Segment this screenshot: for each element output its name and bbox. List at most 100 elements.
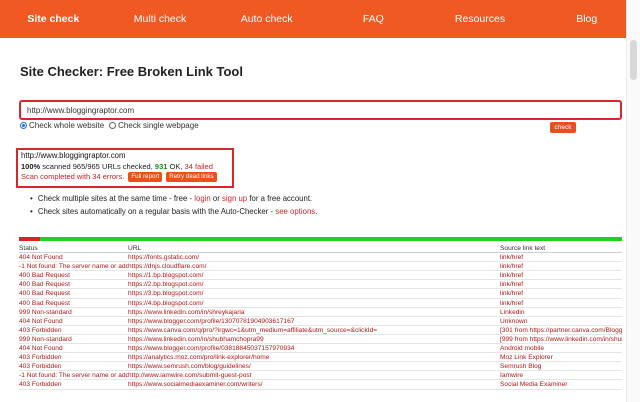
signup-link[interactable]: sign up bbox=[222, 194, 247, 203]
status-cell: 400 Bad Request bbox=[19, 281, 70, 289]
source-cell: Semrush Blog bbox=[500, 363, 542, 371]
table-row[interactable]: 404 Not Found https://fonts.gstatic.com/l… bbox=[19, 253, 622, 263]
radio-unselected-icon bbox=[109, 122, 117, 129]
url-counts: 965/965 bbox=[72, 161, 100, 171]
table-row[interactable]: 400 Bad Request https://1.bp.blogspot.com… bbox=[19, 271, 622, 281]
radio-whole-website[interactable]: Check whole website bbox=[20, 121, 104, 130]
url-cell[interactable]: https://4.bp.blogspot.com/ bbox=[128, 299, 500, 307]
table-row[interactable]: 404 Not Found https://www.blogger.com/pro… bbox=[19, 317, 622, 326]
scrollbar-thumb[interactable] bbox=[630, 40, 637, 80]
url-cell[interactable]: https://analytics.moz.com/pro/link-explo… bbox=[128, 353, 500, 361]
source-cell: link/href bbox=[500, 263, 524, 271]
check-button[interactable]: check bbox=[550, 122, 576, 133]
source-cell: [999 from https://www.linkedin.com/in/sh… bbox=[500, 335, 622, 343]
check-mode-options: Check whole website Check single webpage bbox=[20, 121, 199, 130]
url-cell[interactable]: https://1.bp.blogspot.com/ bbox=[128, 271, 500, 279]
header-url: URL bbox=[128, 245, 142, 252]
nav-resources[interactable]: Resources bbox=[427, 0, 534, 38]
table-header-row: Status URL Source link text bbox=[19, 244, 622, 254]
scan-result-box: http://www.bloggingraptor.com 100% scann… bbox=[16, 148, 234, 188]
url-cell[interactable]: https://www.socialmediaexaminer.com/writ… bbox=[128, 380, 500, 388]
nav-multi-check[interactable]: Multi check bbox=[107, 0, 214, 38]
scan-stats: 100% scanned 965/965 URLs checked, 931 O… bbox=[21, 162, 229, 173]
top-navigation: Site check Multi check Auto check FAQ Re… bbox=[0, 0, 640, 38]
table-row[interactable]: 404 Not Found https://www.blogger.com/pro… bbox=[19, 344, 622, 354]
url-cell[interactable]: https://www.blogger.com/profile/03818845… bbox=[128, 344, 500, 352]
table-row[interactable]: -1 Not found: The server name or address… bbox=[19, 371, 622, 381]
nav-faq[interactable]: FAQ bbox=[320, 0, 427, 38]
page-title: Site Checker: Free Broken Link Tool bbox=[20, 64, 243, 79]
nav-site-check[interactable]: Site check bbox=[0, 0, 107, 38]
table-row[interactable]: 403 Forbidden https://analytics.moz.com/p… bbox=[19, 353, 622, 363]
status-cell: 400 Bad Request bbox=[19, 272, 70, 280]
full-report-button[interactable]: Full report bbox=[128, 172, 163, 183]
info-item-auto-text: Check sites automatically on a regular b… bbox=[37, 206, 318, 216]
url-cell[interactable]: https://fonts.gstatic.com/ bbox=[128, 253, 500, 261]
ok-count: 931 bbox=[154, 161, 168, 171]
status-cell: 403 Forbidden bbox=[19, 326, 62, 334]
failed-label: failed bbox=[194, 161, 213, 171]
source-cell: link/href bbox=[500, 299, 524, 307]
table-row[interactable]: 400 Bad Request https://3.bp.blogspot.com… bbox=[19, 289, 622, 299]
url-cell[interactable]: https://2.bp.blogspot.com/ bbox=[128, 280, 500, 288]
url-cell[interactable]: http://www.iamwire.com/submit-guest-post bbox=[128, 371, 500, 379]
see-options-link[interactable]: see options bbox=[275, 207, 315, 216]
url-cell[interactable]: https://www.linkedin.com/in/shubhamchopr… bbox=[128, 335, 500, 343]
bullet-icon: • bbox=[30, 206, 33, 216]
info-list: • Check multiple sites at the same time … bbox=[30, 193, 317, 218]
table-row[interactable]: 403 Forbidden https://www.canva.com/q/pro… bbox=[19, 326, 622, 335]
status-cell: 400 Bad Request bbox=[19, 299, 70, 307]
header-status: Status bbox=[19, 245, 38, 252]
table-row[interactable]: 400 Bad Request https://4.bp.blogspot.com… bbox=[19, 299, 622, 308]
source-cell: Moz Link Explorer bbox=[500, 354, 553, 362]
status-cell: 404 Not Found bbox=[19, 345, 63, 353]
table-body: 404 Not Found https://fonts.gstatic.com/l… bbox=[19, 253, 622, 390]
url-cell[interactable]: https://www.canva.com/q/pro/?irgwc=1&utm… bbox=[128, 326, 500, 334]
table-row[interactable]: 999 Non-standard https://www.linkedin.com… bbox=[19, 308, 622, 317]
table-row[interactable]: 400 Bad Request https://2.bp.blogspot.com… bbox=[19, 280, 622, 290]
scan-complete-message: Scan completed with 34 errors. bbox=[21, 172, 125, 181]
table-row[interactable]: 999 Non-standard https://www.linkedin.com… bbox=[19, 335, 622, 345]
radio-single-webpage[interactable]: Check single webpage bbox=[109, 121, 199, 130]
info-item-multi-text: Check multiple sites at the same time - … bbox=[37, 194, 313, 203]
url-input[interactable] bbox=[19, 100, 622, 120]
status-cell: -1 Not found: The server name or address… bbox=[19, 372, 128, 380]
scan-percent: 100% bbox=[21, 161, 41, 171]
source-cell: link/href bbox=[500, 290, 524, 298]
nav-blog[interactable]: Blog bbox=[533, 0, 640, 38]
scan-status-line: Scan completed with 34 errors. Full repo… bbox=[21, 172, 229, 183]
scan-progress-bar bbox=[19, 237, 622, 241]
retry-dead-links-button[interactable]: Retry dead links bbox=[166, 172, 217, 183]
info-item-auto: • Check sites automatically on a regular… bbox=[30, 206, 317, 219]
status-cell: 999 Non-standard bbox=[19, 335, 72, 343]
login-link[interactable]: login bbox=[194, 194, 210, 203]
status-cell: -1 Not found: The server name or address… bbox=[19, 263, 128, 271]
url-cell[interactable]: https://dnjs.cloudflare.com/ bbox=[128, 262, 500, 270]
radio-selected-icon bbox=[20, 122, 27, 129]
source-cell: link/href bbox=[500, 272, 524, 280]
source-cell: Linkedin bbox=[500, 308, 525, 316]
urls-checked-label: URLs checked, bbox=[101, 161, 153, 171]
bullet-icon: • bbox=[30, 194, 33, 203]
source-cell: Android mobile bbox=[500, 345, 544, 353]
url-cell[interactable]: https://www.semrush.com/blog/guidelines/ bbox=[128, 362, 500, 370]
source-cell: Social Media Examiner bbox=[500, 381, 568, 389]
result-url: http://www.bloggingraptor.com bbox=[21, 151, 126, 160]
status-cell: 404 Not Found bbox=[19, 254, 63, 262]
url-cell[interactable]: https://3.bp.blogspot.com/ bbox=[128, 289, 500, 297]
table-row[interactable]: -1 Not found: The server name or address… bbox=[19, 262, 622, 272]
status-cell: 403 Forbidden bbox=[19, 381, 62, 389]
url-cell[interactable]: https://www.blogger.com/profile/13070781… bbox=[128, 317, 500, 325]
table-row[interactable]: 403 Forbidden https://www.socialmediaexam… bbox=[19, 380, 622, 390]
source-cell: Unknown bbox=[500, 317, 528, 325]
results-table: Status URL Source link text 404 Not Foun… bbox=[19, 244, 622, 390]
source-cell: link/href bbox=[500, 254, 524, 262]
nav-auto-check[interactable]: Auto check bbox=[213, 0, 320, 38]
page-scrollbar[interactable] bbox=[626, 0, 640, 402]
radio-whole-label: Check whole website bbox=[29, 121, 105, 130]
radio-single-label: Check single webpage bbox=[118, 121, 199, 130]
url-cell[interactable]: https://www.linkedin.com/in/shreykajaria bbox=[128, 308, 500, 316]
scanned-label: scanned bbox=[42, 161, 71, 171]
status-cell: 404 Not Found bbox=[19, 317, 63, 325]
table-row[interactable]: 403 Forbidden https://www.semrush.com/blo… bbox=[19, 362, 622, 372]
